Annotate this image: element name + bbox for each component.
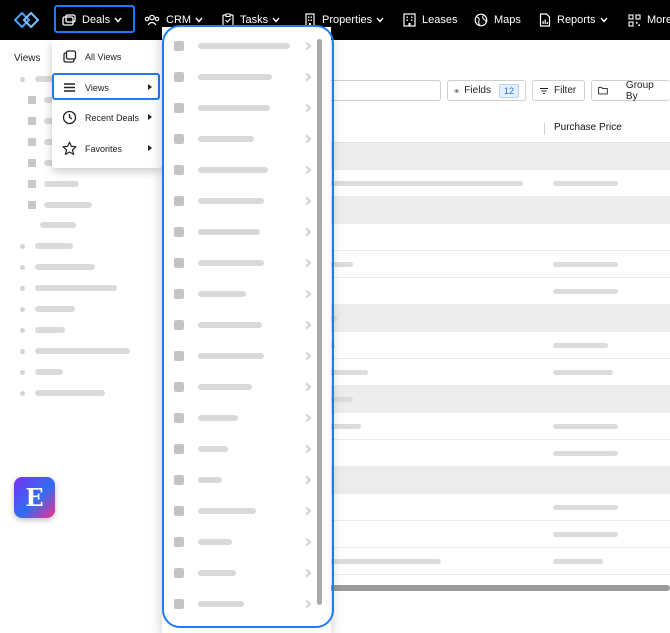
folder-icon bbox=[598, 86, 608, 95]
eye-icon bbox=[454, 88, 460, 93]
nav-properties-label: Properties bbox=[322, 14, 373, 26]
horizontal-scrollbar[interactable] bbox=[315, 585, 670, 591]
nav-reports-label: Reports bbox=[557, 14, 596, 26]
stack-icon bbox=[63, 50, 77, 63]
column-separator bbox=[544, 123, 545, 135]
qr-code-icon bbox=[628, 13, 641, 27]
table-row[interactable] bbox=[315, 197, 670, 224]
nav-reports[interactable]: Reports bbox=[539, 0, 608, 40]
nav-more[interactable]: More bbox=[628, 0, 670, 40]
purchase-price-column-header[interactable]: Purchase Price bbox=[554, 122, 622, 133]
tree-item[interactable] bbox=[20, 262, 95, 272]
chevron-down-icon bbox=[599, 17, 608, 23]
deals-highlight bbox=[54, 5, 135, 33]
table-row[interactable] bbox=[315, 278, 670, 305]
globe-icon bbox=[474, 13, 488, 27]
tree-item[interactable] bbox=[28, 200, 92, 210]
table-row[interactable] bbox=[315, 494, 670, 521]
nav-maps[interactable]: Maps bbox=[474, 0, 521, 40]
tree-item[interactable] bbox=[20, 346, 130, 356]
menu-item-recent-deals[interactable]: Recent Deals bbox=[52, 103, 162, 132]
fields-label: Fields bbox=[464, 85, 491, 96]
table-row[interactable] bbox=[315, 413, 670, 440]
star-icon bbox=[62, 141, 77, 155]
nav-more-label: More bbox=[647, 14, 670, 26]
nav-leases[interactable]: Leases bbox=[403, 0, 457, 40]
chevron-down-icon bbox=[376, 17, 384, 23]
chevron-down-icon bbox=[272, 17, 280, 23]
table-row[interactable] bbox=[315, 548, 670, 575]
table-row[interactable] bbox=[315, 332, 670, 359]
tree-item[interactable] bbox=[20, 283, 117, 293]
app-badge-letter: E bbox=[25, 483, 44, 512]
table-row[interactable] bbox=[315, 359, 670, 386]
menu-item-label: Recent Deals bbox=[85, 112, 140, 123]
sidebar-title: Views bbox=[14, 53, 41, 64]
clock-icon bbox=[62, 110, 77, 125]
table-row[interactable] bbox=[315, 521, 670, 548]
tree-item[interactable] bbox=[20, 304, 75, 314]
nav-leases-label: Leases bbox=[422, 14, 458, 26]
nav-maps-label: Maps bbox=[494, 14, 521, 26]
caret-right-icon bbox=[148, 114, 152, 120]
menu-item-label: Favorites bbox=[85, 143, 123, 154]
tree-item[interactable] bbox=[40, 220, 76, 230]
filter-label: Filter bbox=[554, 85, 577, 96]
menu-item-all-views[interactable]: All Views bbox=[52, 42, 162, 71]
table-row[interactable] bbox=[315, 305, 670, 332]
deals-dropdown-menu: All Views Views Recent Deals Favorites bbox=[52, 40, 162, 168]
group-by-button[interactable]: Group By bbox=[591, 79, 670, 102]
table-row[interactable] bbox=[315, 224, 670, 251]
caret-right-icon bbox=[148, 145, 152, 151]
top-nav: Deals CRM Tasks Properties Leases Maps R… bbox=[0, 0, 670, 40]
tree-item[interactable] bbox=[28, 179, 79, 189]
app-logo-icon[interactable] bbox=[14, 8, 40, 32]
table-row[interactable] bbox=[315, 467, 670, 494]
office-building-icon bbox=[403, 13, 416, 27]
fields-count-badge: 12 bbox=[498, 83, 519, 98]
tree-item[interactable] bbox=[20, 241, 73, 251]
table-row[interactable] bbox=[315, 440, 670, 467]
filter-icon bbox=[540, 87, 548, 94]
fields-button[interactable]: Fields 12 bbox=[447, 80, 526, 101]
table-row[interactable] bbox=[315, 386, 670, 413]
chevron-down-icon bbox=[195, 17, 203, 23]
tree-item[interactable] bbox=[20, 388, 105, 398]
table-row[interactable] bbox=[315, 170, 670, 197]
app-badge-icon[interactable]: E bbox=[14, 477, 55, 518]
tree-item[interactable] bbox=[20, 325, 65, 335]
table-row[interactable] bbox=[315, 143, 670, 170]
group-by-label: Group By bbox=[625, 79, 654, 102]
people-icon bbox=[144, 14, 160, 26]
table-row[interactable] bbox=[315, 251, 670, 278]
views-item-highlight bbox=[52, 73, 160, 100]
submenu-highlight bbox=[162, 25, 334, 628]
report-document-icon bbox=[539, 13, 551, 27]
filter-button[interactable]: Filter bbox=[532, 80, 585, 101]
menu-item-label: All Views bbox=[85, 51, 122, 62]
menu-item-favorites[interactable]: Favorites bbox=[52, 134, 162, 163]
tree-item[interactable] bbox=[20, 367, 63, 377]
